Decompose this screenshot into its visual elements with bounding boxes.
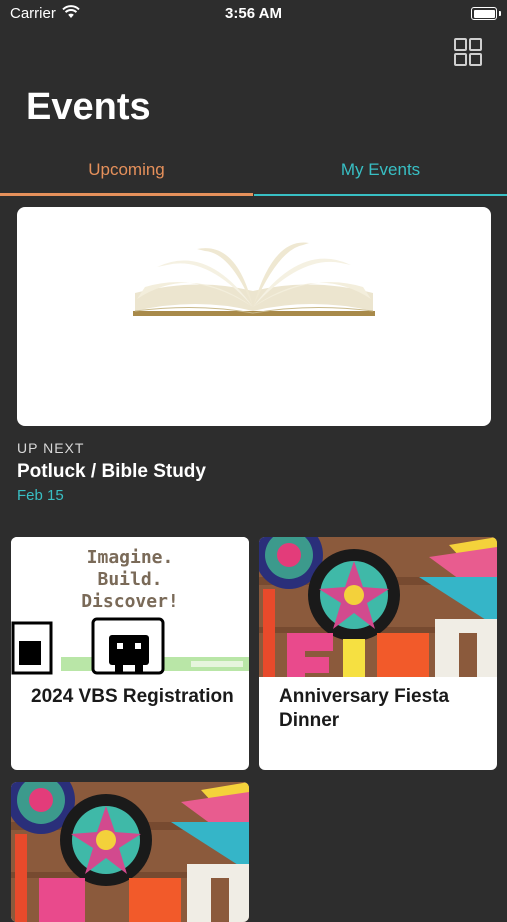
page-title: Events (26, 86, 151, 128)
battery-icon (471, 7, 497, 20)
vbs-imagine-build-discover-image: Imagine. Build. Discover! (11, 537, 249, 677)
event-card-vbs[interactable]: Imagine. Build. Discover! 2024 VBS Regis… (11, 537, 249, 770)
event-card-fiesta[interactable]: Anniversary Fiesta Dinner (259, 537, 497, 770)
open-book-image (133, 242, 375, 316)
up-next-title[interactable]: Potluck / Bible Study (17, 461, 206, 483)
featured-event-card[interactable] (17, 207, 491, 426)
battery-cap (499, 11, 501, 16)
tab-bar: Upcoming My Events (0, 152, 507, 196)
event-card-title: 2024 VBS Registration (31, 686, 234, 707)
tab-upcoming[interactable]: Upcoming (0, 152, 253, 196)
fiesta-decorations-image (259, 537, 497, 677)
tab-my-events[interactable]: My Events (254, 152, 507, 196)
fiesta-decorations-image (11, 782, 249, 922)
vbs-text-imagine: Imagine. (86, 547, 174, 568)
grid-view-icon[interactable] (454, 38, 482, 66)
event-card-title: Anniversary Fiesta Dinner (279, 686, 450, 731)
vbs-image-text: Imagine. Build. Discover! (11, 547, 249, 613)
vbs-text-build: Build. (97, 569, 163, 590)
clock: 3:56 AM (225, 5, 282, 22)
vbs-text-discover: Discover! (81, 591, 179, 612)
status-bar: Carrier 3:56 AM (0, 0, 507, 30)
up-next-label: UP NEXT (17, 440, 85, 456)
up-next-date: Feb 15 (17, 487, 64, 504)
event-card-fiesta-2[interactable] (11, 782, 249, 922)
